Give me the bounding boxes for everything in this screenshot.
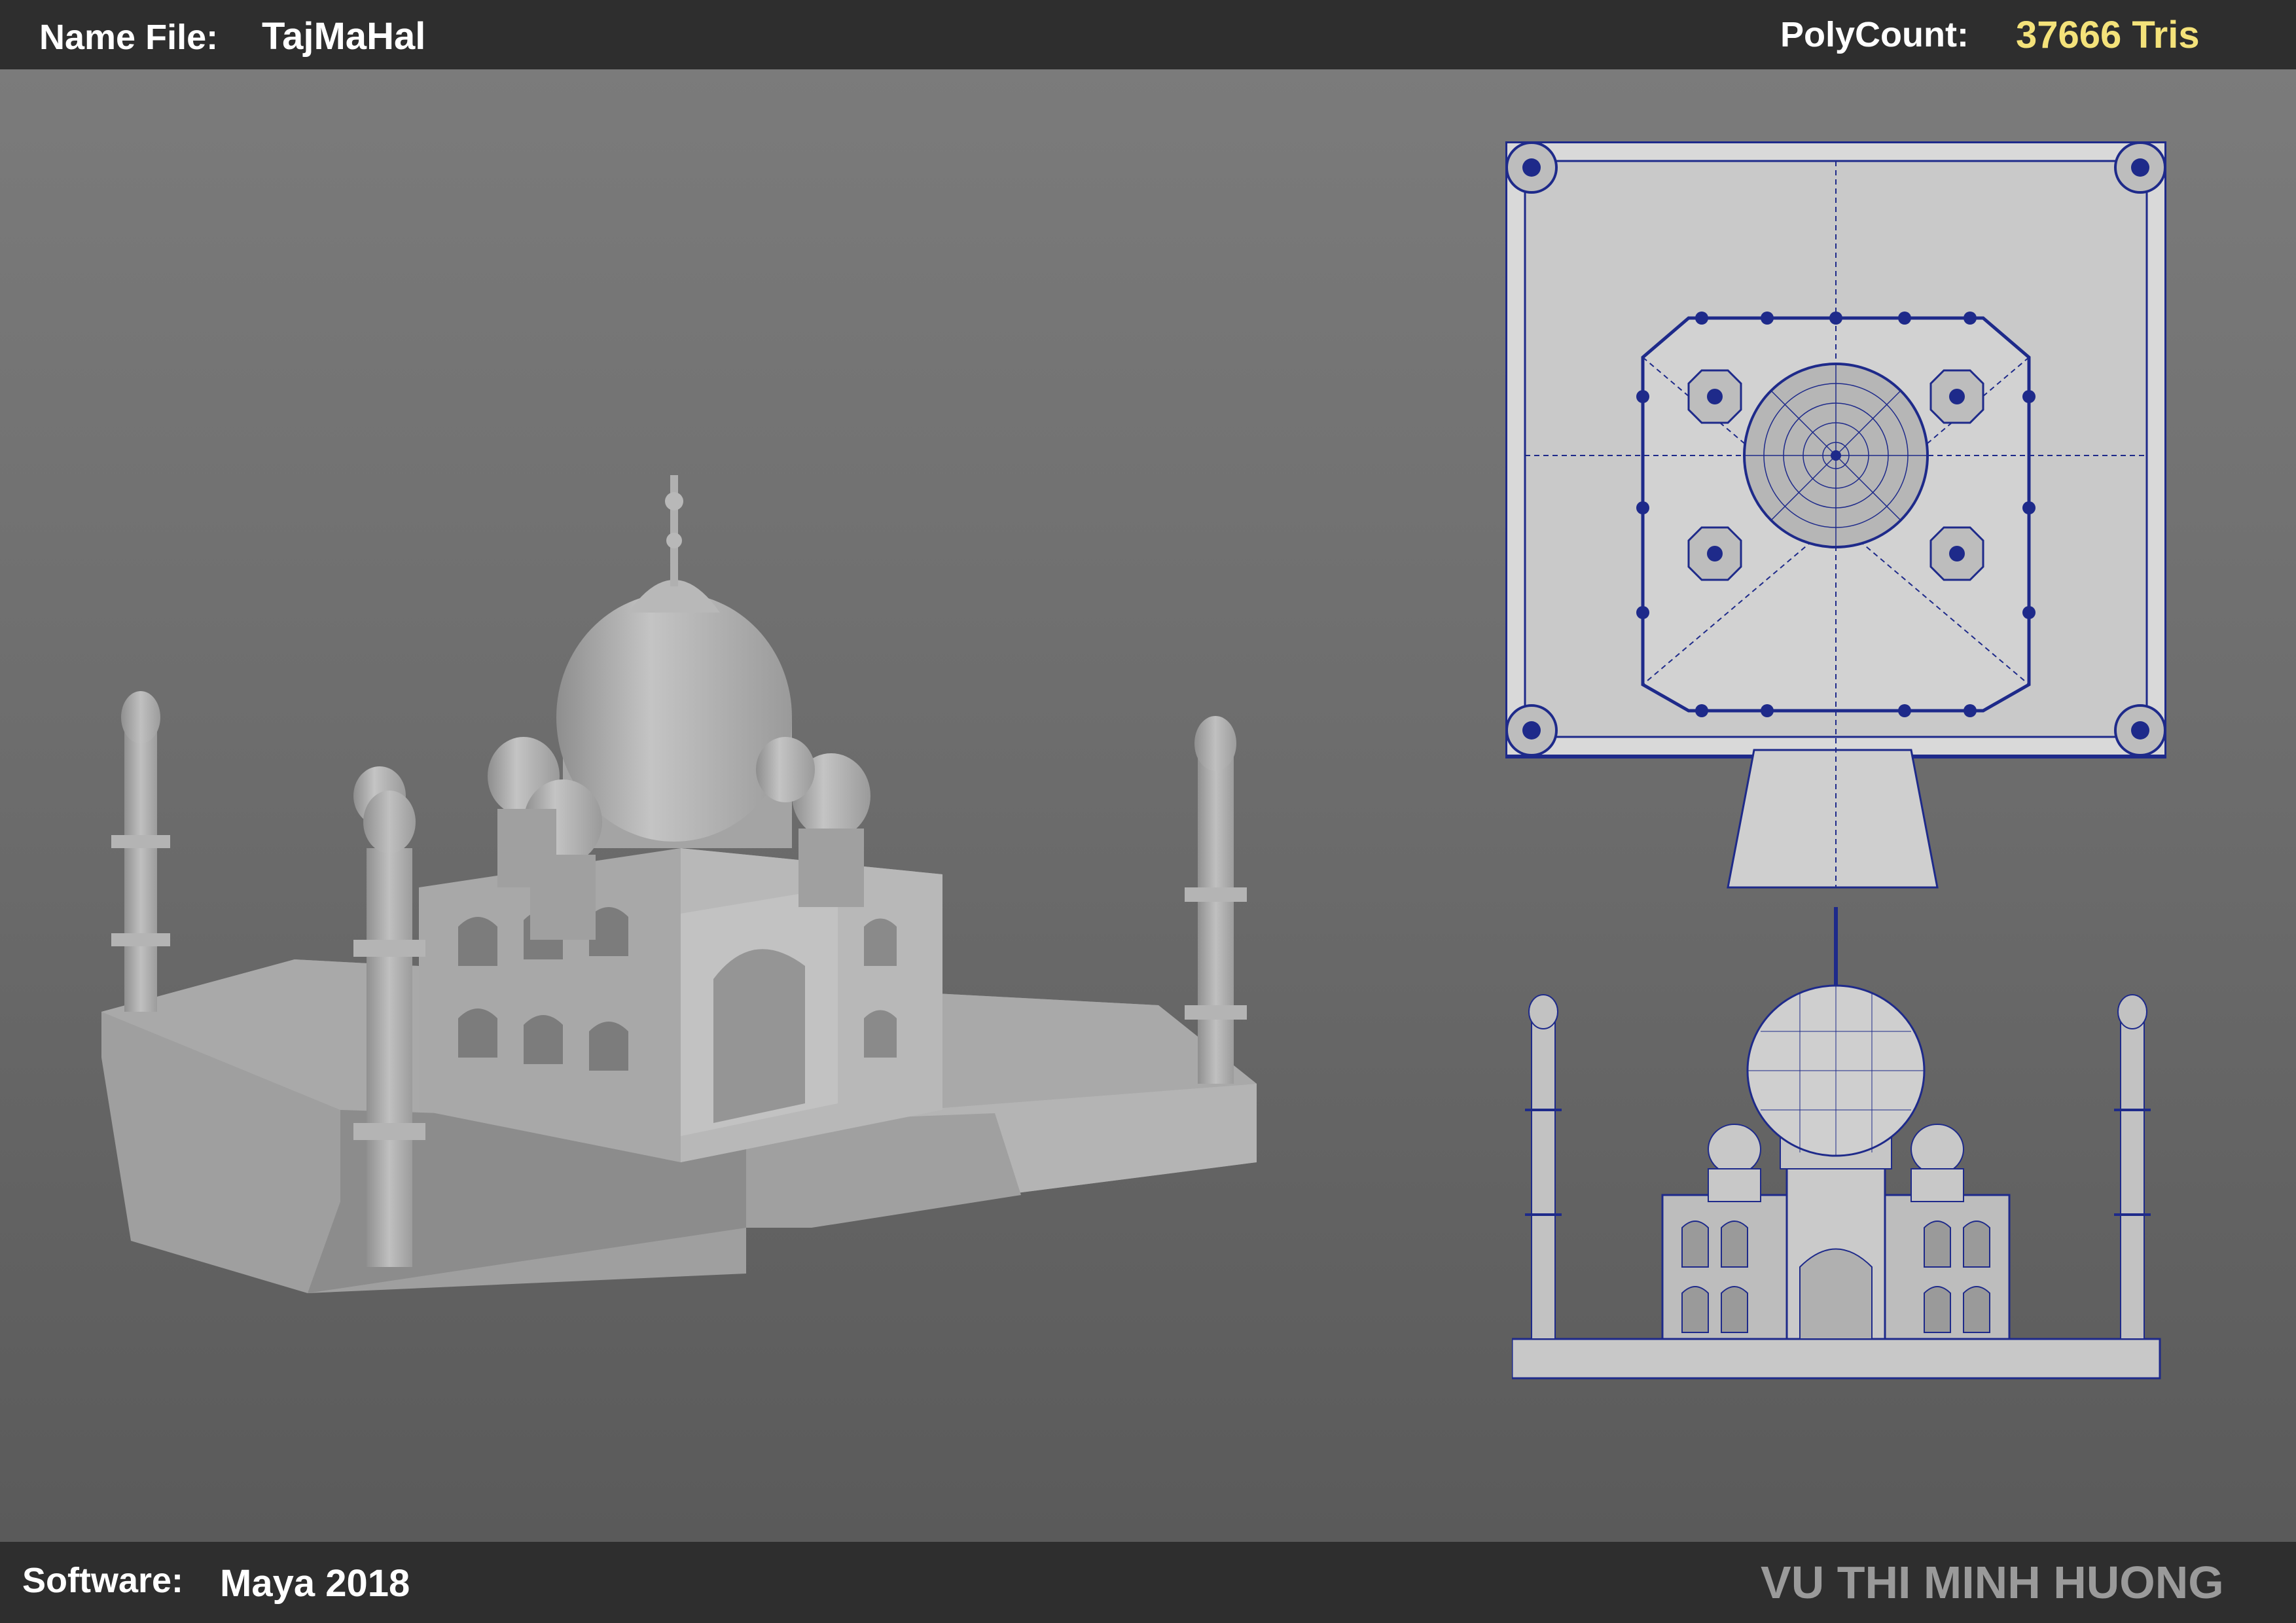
front-view (1512, 907, 2161, 1380)
footer-bar: Software: Maya 2018 VU THI MINH HUONG (0, 1542, 2296, 1623)
software-label: Software: (22, 1561, 184, 1600)
polycount-label: PolyCount: (1780, 15, 1969, 54)
top-view (1505, 141, 2166, 889)
perspective-view (101, 475, 1257, 1293)
name-file-label: Name File: (39, 18, 219, 57)
software-value: Maya 2018 (220, 1562, 410, 1605)
name-file-value: TajMaHal (262, 15, 426, 58)
render-viewport (0, 69, 2296, 1542)
polycount-value: 37666 Tris (2016, 14, 2200, 56)
header-bar: Name File: TajMaHal PolyCount: 37666 Tri… (0, 0, 2296, 69)
author-name: VU THI MINH HUONG (1761, 1557, 2224, 1608)
main-dome (556, 475, 792, 848)
